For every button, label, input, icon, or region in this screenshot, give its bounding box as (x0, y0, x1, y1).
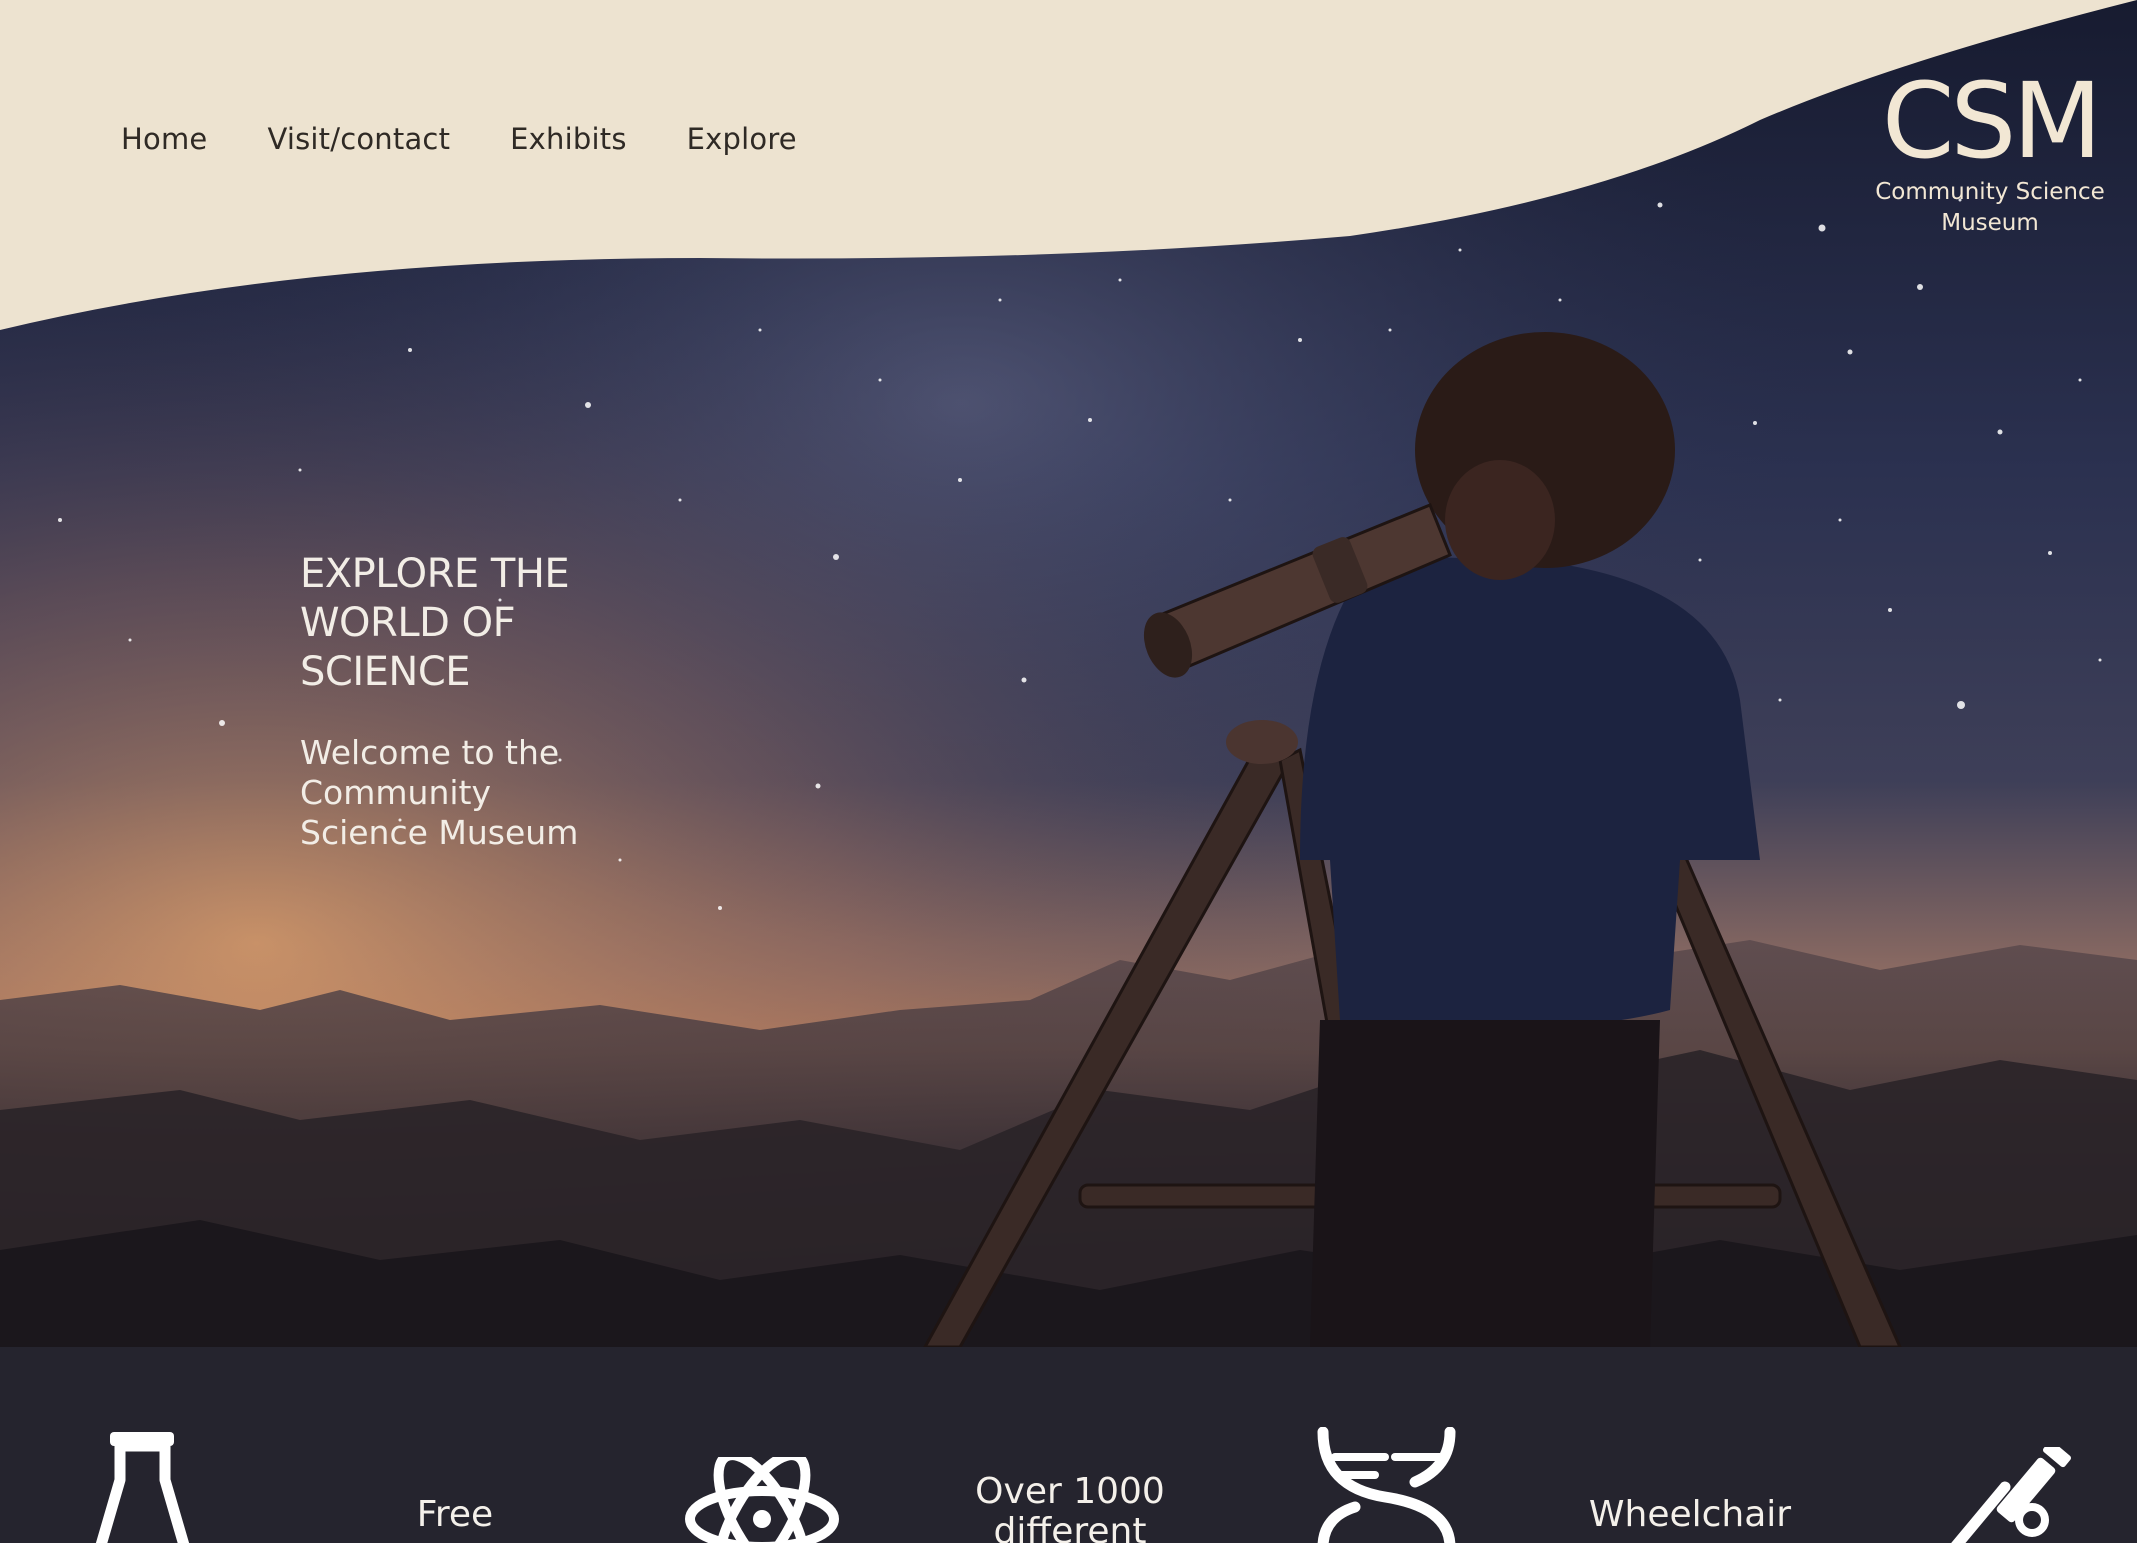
feature-exhibits-line2: different (993, 1511, 1147, 1543)
site-logo[interactable]: CSM Community Science Museum (1860, 66, 2120, 238)
hero-title-line3: SCIENCE (300, 649, 471, 695)
nav-explore[interactable]: Explore (687, 122, 797, 156)
feature-wheelchair-text: Wheelchair (1565, 1495, 1815, 1535)
feature-free-line1: Free (416, 1494, 494, 1535)
nav-home[interactable]: Home (121, 122, 207, 156)
hero-text-block: EXPLORE THE WORLD OF SCIENCE Welcome to … (300, 550, 640, 853)
feature-exhibits-line1: Over 1000 (975, 1471, 1165, 1512)
feature-free-text: Free (340, 1495, 570, 1535)
features-strip: Free Over 1000 different Wheelchair (0, 1347, 2137, 1543)
flask-icon (95, 1432, 190, 1543)
atom-icon (685, 1457, 839, 1543)
dna-icon (1317, 1427, 1456, 1543)
nav-visit-contact[interactable]: Visit/contact (267, 122, 450, 156)
hero-subtitle: Welcome to the Community Science Museum (300, 733, 579, 852)
logo-subtitle-line1: Community Science (1875, 179, 2105, 205)
hero-title-line2: WORLD OF (300, 600, 516, 646)
hero-section: Home Visit/contact Exhibits Explore CSM … (0, 0, 2137, 1347)
feature-exhibits-text: Over 1000 different (950, 1472, 1190, 1543)
feature-wheelchair-line1: Wheelchair (1588, 1494, 1792, 1535)
logo-mark: CSM (1881, 60, 2102, 182)
main-navigation: Home Visit/contact Exhibits Explore (121, 122, 857, 156)
logo-subtitle-line2: Museum (1941, 210, 2039, 236)
hero-title: EXPLORE THE WORLD OF SCIENCE (300, 550, 640, 697)
nav-exhibits[interactable]: Exhibits (510, 122, 626, 156)
microscope-icon (1951, 1447, 2071, 1543)
hero-title-line1: EXPLORE THE (300, 551, 570, 597)
